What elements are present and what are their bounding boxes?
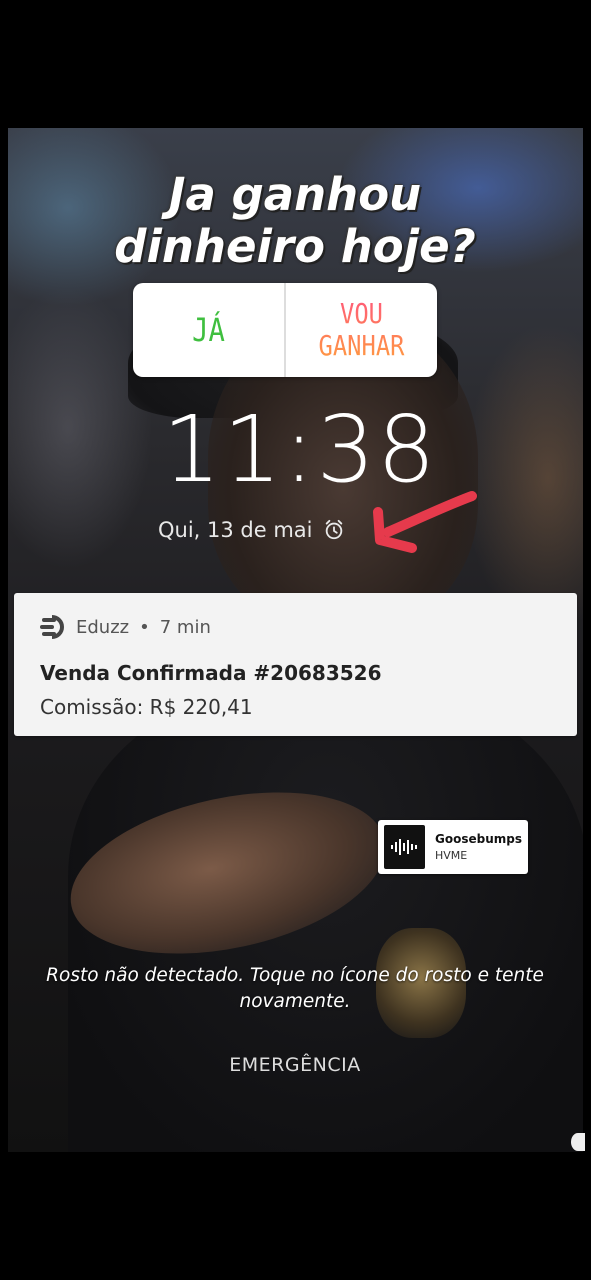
notification-age: 7 min [159,616,211,638]
lockscreen-date-row: Qui, 13 de mai [158,518,345,542]
poll-option-yes[interactable]: JÁ [144,283,272,377]
notification-body: Comissão: R$ 220,41 [40,695,253,719]
eduzz-app-icon [40,615,64,639]
notification-title: Venda Confirmada #20683526 [40,661,382,685]
music-info: Goosebumps HVME [435,832,522,862]
music-sticker[interactable]: Goosebumps HVME [378,820,528,874]
notification-separator: • [139,616,150,638]
notification-app-name: Eduzz [76,616,130,638]
story-headline-line1: Ja ganhou [168,168,422,221]
poll-option-yes-label: JÁ [192,311,225,349]
edge-handle[interactable] [571,1133,585,1151]
poll-sticker[interactable]: JÁ VOU GANHAR [133,283,437,377]
notification-card[interactable]: Eduzz • 7 min Venda Confirmada #20683526… [14,593,577,736]
face-unlock-message: Rosto não detectado. Toque no ícone do r… [46,965,544,1012]
lockscreen-date: Qui, 13 de mai [158,518,313,542]
poll-divider [284,283,286,377]
poll-option-no-label-line1: VOU [339,297,383,330]
red-arrow-annotation [373,491,477,553]
sound-wave-icon [390,839,417,855]
emergency-button[interactable]: EMERGÊNCIA [190,1054,400,1076]
poll-option-no[interactable]: VOU GANHAR [297,283,425,377]
poll-option-no-label-line2: GANHAR [318,329,405,362]
music-album-art [384,825,425,869]
alarm-clock-icon [325,519,342,540]
story-headline-line2: dinheiro hoje? [114,220,476,273]
music-artist: HVME [435,849,468,862]
music-title: Goosebumps [435,832,522,846]
notification-header: Eduzz • 7 min [40,615,551,639]
